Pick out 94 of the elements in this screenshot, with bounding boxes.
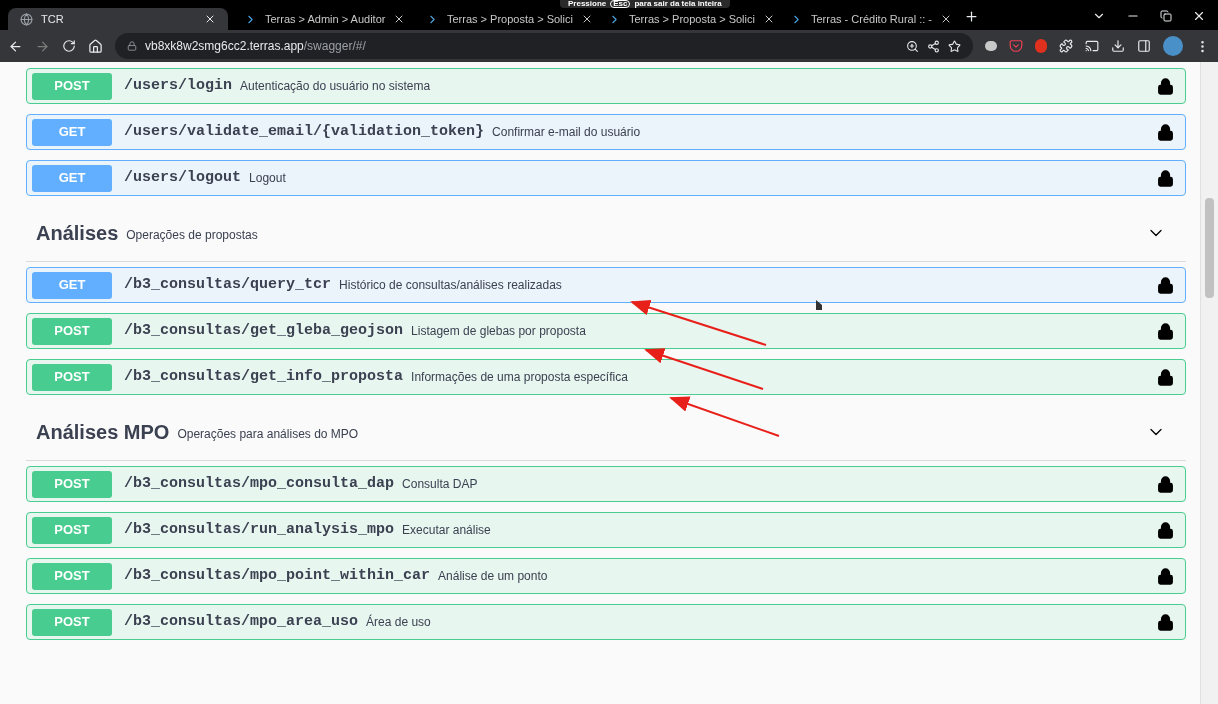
lock-icon[interactable] <box>1157 77 1174 95</box>
operation-description: Área de uso <box>366 613 431 631</box>
notice-text: Pressione <box>568 0 607 8</box>
method-badge: GET <box>32 118 112 146</box>
lock-icon[interactable] <box>1157 613 1174 631</box>
tab-title: Terras > Proposta > Solici <box>629 11 755 27</box>
method-badge: GET <box>32 164 112 192</box>
url-path: /swagger/#/ <box>303 38 366 55</box>
method-badge: POST <box>32 608 112 636</box>
url-host: vb8xk8w2smg6cc2.terras.app <box>145 38 304 55</box>
operation-description: Consulta DAP <box>402 476 478 493</box>
browser-tab[interactable]: Terras > Proposta > Solici <box>414 8 592 30</box>
browser-tab[interactable]: Terras - Crédito Rural :: - <box>778 8 956 30</box>
operation-row[interactable]: POST /b3_consultas/get_info_proposta Informações de uma proposta específica <box>26 359 1186 395</box>
operation-path: /b3_consultas/mpo_consulta_dap <box>124 473 395 494</box>
download-icon[interactable] <box>1111 39 1125 53</box>
method-badge: POST <box>32 470 112 498</box>
section-title: Análises <box>36 220 119 246</box>
home-icon[interactable] <box>88 38 103 54</box>
operation-path: /users/login <box>124 75 233 96</box>
operation-path: /b3_consultas/mpo_point_within_car <box>124 565 431 586</box>
tab-title: Terras > Proposta > Solici <box>447 11 573 27</box>
method-badge: POST <box>32 516 112 544</box>
operation-row[interactable]: POST /b3_consultas/mpo_point_within_car Análise de um ponto <box>26 558 1186 594</box>
operation-description: Análise de um ponto <box>438 568 548 585</box>
method-badge: GET <box>32 271 112 299</box>
lock-icon[interactable] <box>1157 521 1174 539</box>
notice-text: para sair da tela inteira <box>634 0 722 8</box>
star-icon[interactable] <box>948 39 961 53</box>
close-window-icon[interactable] <box>1192 9 1206 23</box>
lock-icon[interactable] <box>1157 169 1174 187</box>
tab-title: Terras > Admin > Auditor <box>265 11 386 27</box>
operation-path: /b3_consultas/mpo_area_uso <box>124 611 359 632</box>
section-header[interactable]: Análises Operações de propostas <box>26 204 1186 262</box>
section-description: Operações para análises do MPO <box>177 425 359 443</box>
globe-icon <box>20 12 33 26</box>
operation-row[interactable]: POST /b3_consultas/run_analysis_mpo Executar análise <box>26 512 1186 548</box>
lock-icon[interactable] <box>1157 276 1174 294</box>
extension-icon[interactable] <box>985 41 997 51</box>
cast-icon[interactable] <box>1085 39 1099 53</box>
browser-tab[interactable]: Terras > Proposta > Solici <box>596 8 774 30</box>
operation-path: /users/validate_email/{validation_token} <box>124 121 485 142</box>
new-tab-icon[interactable] <box>964 9 979 24</box>
section-header[interactable]: Análises MPO Operações para análises do MPO <box>26 403 1186 461</box>
operation-row[interactable]: POST /b3_consultas/mpo_consulta_dap Consulta DAP <box>26 466 1186 502</box>
method-badge: POST <box>32 562 112 590</box>
profile-avatar[interactable] <box>1163 36 1183 56</box>
share-icon[interactable] <box>927 39 940 53</box>
operation-description: Listagem de glebas por proposta <box>411 323 586 340</box>
extensions-icon[interactable] <box>1059 39 1073 53</box>
tab-title: TCR <box>41 11 65 27</box>
operation-description: Autenticação do usuário no sistema <box>240 78 431 95</box>
lock-icon[interactable] <box>1157 123 1174 141</box>
reload-icon[interactable] <box>62 39 76 53</box>
lock-icon[interactable] <box>1157 567 1174 585</box>
pocket-icon[interactable] <box>1009 39 1023 53</box>
zoom-icon[interactable] <box>906 39 919 53</box>
section-title: Análises MPO <box>36 419 170 445</box>
lock-icon[interactable] <box>1157 368 1174 386</box>
operation-description: Histórico de consultas/análises realizadas <box>339 277 562 294</box>
operation-path: /users/logout <box>124 167 242 188</box>
operation-description: Informações de uma proposta específica <box>411 369 628 386</box>
address-bar[interactable]: vb8xk8w2smg6cc2.terras.app/swagger/#/ <box>115 33 973 59</box>
tab-title: Terras - Crédito Rural :: - <box>811 11 933 27</box>
operation-path: /b3_consultas/run_analysis_mpo <box>124 519 395 540</box>
operation-description: Executar análise <box>402 522 491 539</box>
side-panel-icon[interactable] <box>1137 39 1151 53</box>
operation-path: /b3_consultas/get_gleba_geojson <box>124 320 404 341</box>
operation-row[interactable]: GET /b3_consultas/query_tcr Histórico de consultas/análises realizadas <box>26 267 1186 303</box>
scrollbar[interactable] <box>1200 62 1218 704</box>
operation-row[interactable]: GET /users/logout Logout <box>26 160 1186 196</box>
back-icon[interactable] <box>8 38 23 54</box>
browser-tab[interactable]: TCR <box>8 8 228 30</box>
lock-icon[interactable] <box>1157 475 1174 493</box>
method-badge: POST <box>32 363 112 391</box>
hand-cursor-icon <box>816 300 822 310</box>
operation-path: /b3_consultas/get_info_proposta <box>124 366 404 387</box>
forward-icon[interactable] <box>35 38 50 54</box>
operation-row[interactable]: POST /b3_consultas/get_gleba_geojson Listagem de glebas por proposta <box>26 313 1186 349</box>
method-badge: POST <box>32 72 112 100</box>
operation-description: Logout <box>249 170 286 187</box>
operation-description: Confirmar e-mail do usuário <box>492 124 641 141</box>
section-description: Operações de propostas <box>126 226 258 244</box>
scrollbar-thumb[interactable] <box>1205 198 1214 298</box>
operation-row[interactable]: POST /users/login Autenticação do usuário no sistema <box>26 68 1186 104</box>
close-icon[interactable] <box>204 13 216 25</box>
operation-row[interactable]: POST /b3_consultas/mpo_area_uso Área de uso <box>26 604 1186 640</box>
operation-path: /b3_consultas/query_tcr <box>124 274 332 295</box>
browser-tab[interactable]: Terras > Admin > Auditor <box>232 8 410 30</box>
operation-row[interactable]: GET /users/validate_email/{validation_token} Confirmar e-mail do usuário <box>26 114 1186 150</box>
lock-icon[interactable] <box>1157 322 1174 340</box>
lock-icon <box>127 41 137 51</box>
method-badge: POST <box>32 317 112 345</box>
restore-icon[interactable] <box>1160 10 1172 22</box>
